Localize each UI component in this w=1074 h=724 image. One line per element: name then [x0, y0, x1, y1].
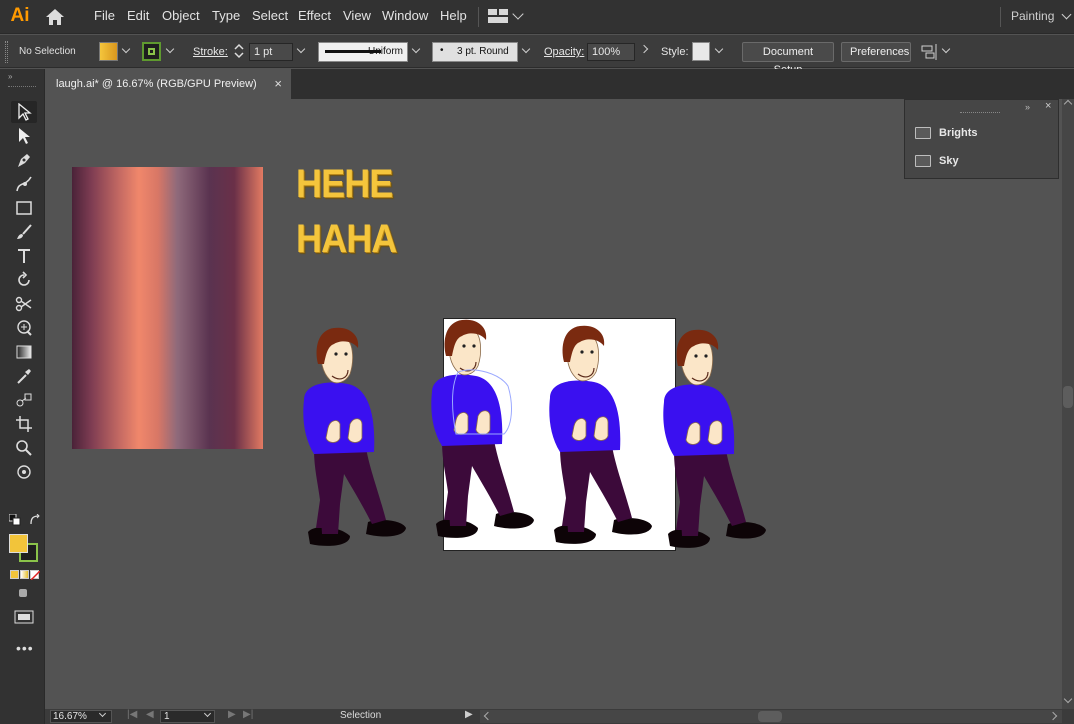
color-mode-icon[interactable]: [10, 570, 19, 579]
rotate-view-tool-icon[interactable]: [11, 461, 37, 483]
menu-effect[interactable]: Effect: [298, 8, 331, 23]
grip-handle[interactable]: [960, 112, 1000, 115]
grip-handle[interactable]: [8, 86, 36, 87]
swap-colors-icon[interactable]: [29, 513, 41, 526]
next-artboard-icon[interactable]: ▶: [228, 709, 236, 720]
fill-swatch[interactable]: [99, 42, 118, 61]
control-bar: [0, 35, 1074, 68]
haha-text[interactable]: HAHA: [296, 217, 397, 262]
folder-icon: [915, 127, 931, 139]
gradient-tool-icon[interactable]: [11, 341, 37, 363]
stroke-label[interactable]: Stroke:: [193, 46, 228, 58]
last-artboard-icon[interactable]: ▶|: [243, 709, 253, 720]
brush-dot-icon: •: [440, 45, 444, 56]
pen-tool-icon[interactable]: [11, 149, 37, 171]
app-logo: Ai: [10, 5, 30, 26]
brush-definition[interactable]: • 3 pt. Round: [432, 42, 518, 62]
selection-tool-icon[interactable]: [11, 101, 37, 123]
close-icon[interactable]: ×: [274, 69, 282, 99]
first-artboard-icon[interactable]: |◀: [127, 709, 137, 720]
zoom-tool-icon[interactable]: [11, 437, 37, 459]
variable-width-profile[interactable]: Uniform: [318, 42, 408, 62]
menu-divider: [478, 7, 479, 27]
menu-type[interactable]: Type: [212, 8, 240, 23]
character-figure-2[interactable]: [430, 319, 535, 539]
previous-artboard-icon[interactable]: ◀: [146, 709, 154, 720]
more-tools-icon[interactable]: •••: [16, 640, 34, 656]
folder-icon: [915, 155, 931, 167]
default-colors-icon[interactable]: [8, 513, 21, 526]
arrange-documents-icon[interactable]: [488, 9, 508, 23]
panel-item-label: Sky: [939, 155, 959, 167]
menu-divider: [1000, 7, 1001, 27]
panel-item-brights[interactable]: Brights: [915, 124, 978, 142]
none-mode-icon[interactable]: [30, 570, 40, 580]
menu-view[interactable]: View: [343, 8, 371, 23]
collapse-icon[interactable]: »: [1025, 102, 1030, 112]
hehe-text[interactable]: HEHE: [296, 162, 393, 207]
swatch-groups-panel: » × Brights Sky: [904, 99, 1059, 179]
scissors-tool-icon[interactable]: [11, 293, 37, 315]
menu-help[interactable]: Help: [440, 8, 467, 23]
menu-window[interactable]: Window: [382, 8, 428, 23]
stroke-weight-field[interactable]: 1 pt: [249, 43, 293, 61]
type-tool-icon[interactable]: [11, 245, 37, 267]
panel-item-label: Brights: [939, 127, 978, 139]
panel-item-sky[interactable]: Sky: [915, 152, 959, 170]
eyedropper-tool-icon[interactable]: [11, 365, 37, 387]
menu-file[interactable]: File: [94, 8, 115, 23]
gradient-rectangle[interactable]: [72, 167, 263, 449]
scroll-left-icon[interactable]: [483, 711, 493, 721]
opacity-field[interactable]: 100%: [587, 43, 635, 61]
character-figure-3[interactable]: [548, 325, 653, 545]
home-icon[interactable]: [44, 7, 66, 27]
workspace-switcher[interactable]: Painting: [1011, 9, 1054, 23]
close-icon[interactable]: ×: [1045, 100, 1051, 112]
status-menu-icon[interactable]: ▶: [465, 709, 473, 720]
puppet-warp-tool-icon[interactable]: [11, 317, 37, 339]
curvature-tool-icon[interactable]: [11, 173, 37, 195]
selection-status: No Selection: [19, 46, 76, 57]
direct-selection-tool-icon[interactable]: [11, 125, 37, 147]
paintbrush-tool-icon[interactable]: [11, 221, 37, 243]
characters-layer: [302, 319, 767, 549]
grip-handle[interactable]: [5, 41, 8, 63]
style-label: Style:: [661, 46, 689, 58]
character-figure-4[interactable]: [662, 329, 767, 549]
character-figure-1[interactable]: [302, 327, 407, 547]
vertical-scrollbar[interactable]: [1062, 99, 1074, 709]
scroll-down-icon[interactable]: [1063, 694, 1073, 704]
stroke-stepper[interactable]: [233, 42, 245, 60]
profile-label: Uniform: [368, 46, 404, 57]
scroll-thumb[interactable]: [1063, 386, 1073, 408]
menu-object[interactable]: Object: [162, 8, 200, 23]
document-setup-button[interactable]: Document Setup: [742, 42, 834, 76]
horizontal-scrollbar[interactable]: [480, 710, 1062, 723]
menu-edit[interactable]: Edit: [127, 8, 149, 23]
document-title: laugh.ai* @ 16.67% (RGB/GPU Preview): [56, 78, 257, 90]
document-tab[interactable]: laugh.ai* @ 16.67% (RGB/GPU Preview) ×: [45, 69, 291, 99]
collapse-icon[interactable]: »: [8, 72, 12, 81]
status-mode[interactable]: Selection: [340, 710, 381, 721]
opacity-label[interactable]: Opacity:: [544, 46, 584, 58]
align-icon[interactable]: [921, 43, 939, 61]
gradient-mode-icon[interactable]: [20, 570, 29, 579]
stroke-swatch[interactable]: [142, 42, 161, 61]
preferences-button[interactable]: Preferences: [841, 42, 911, 62]
blend-tool-icon[interactable]: [11, 389, 37, 411]
fill-color-box[interactable]: [9, 534, 28, 553]
graphic-style-swatch[interactable]: [692, 42, 710, 61]
scroll-up-icon[interactable]: [1063, 99, 1073, 109]
brush-label: 3 pt. Round: [457, 46, 509, 57]
rotate-tool-icon[interactable]: [11, 269, 37, 291]
scroll-thumb[interactable]: [758, 711, 782, 722]
scroll-right-icon[interactable]: [1048, 711, 1058, 721]
draw-normal-icon[interactable]: [16, 587, 30, 599]
artboard-tool-icon[interactable]: [11, 413, 37, 435]
screen-mode-icon[interactable]: [14, 610, 34, 624]
menu-select[interactable]: Select: [252, 8, 288, 23]
rectangle-tool-icon[interactable]: [11, 197, 37, 219]
